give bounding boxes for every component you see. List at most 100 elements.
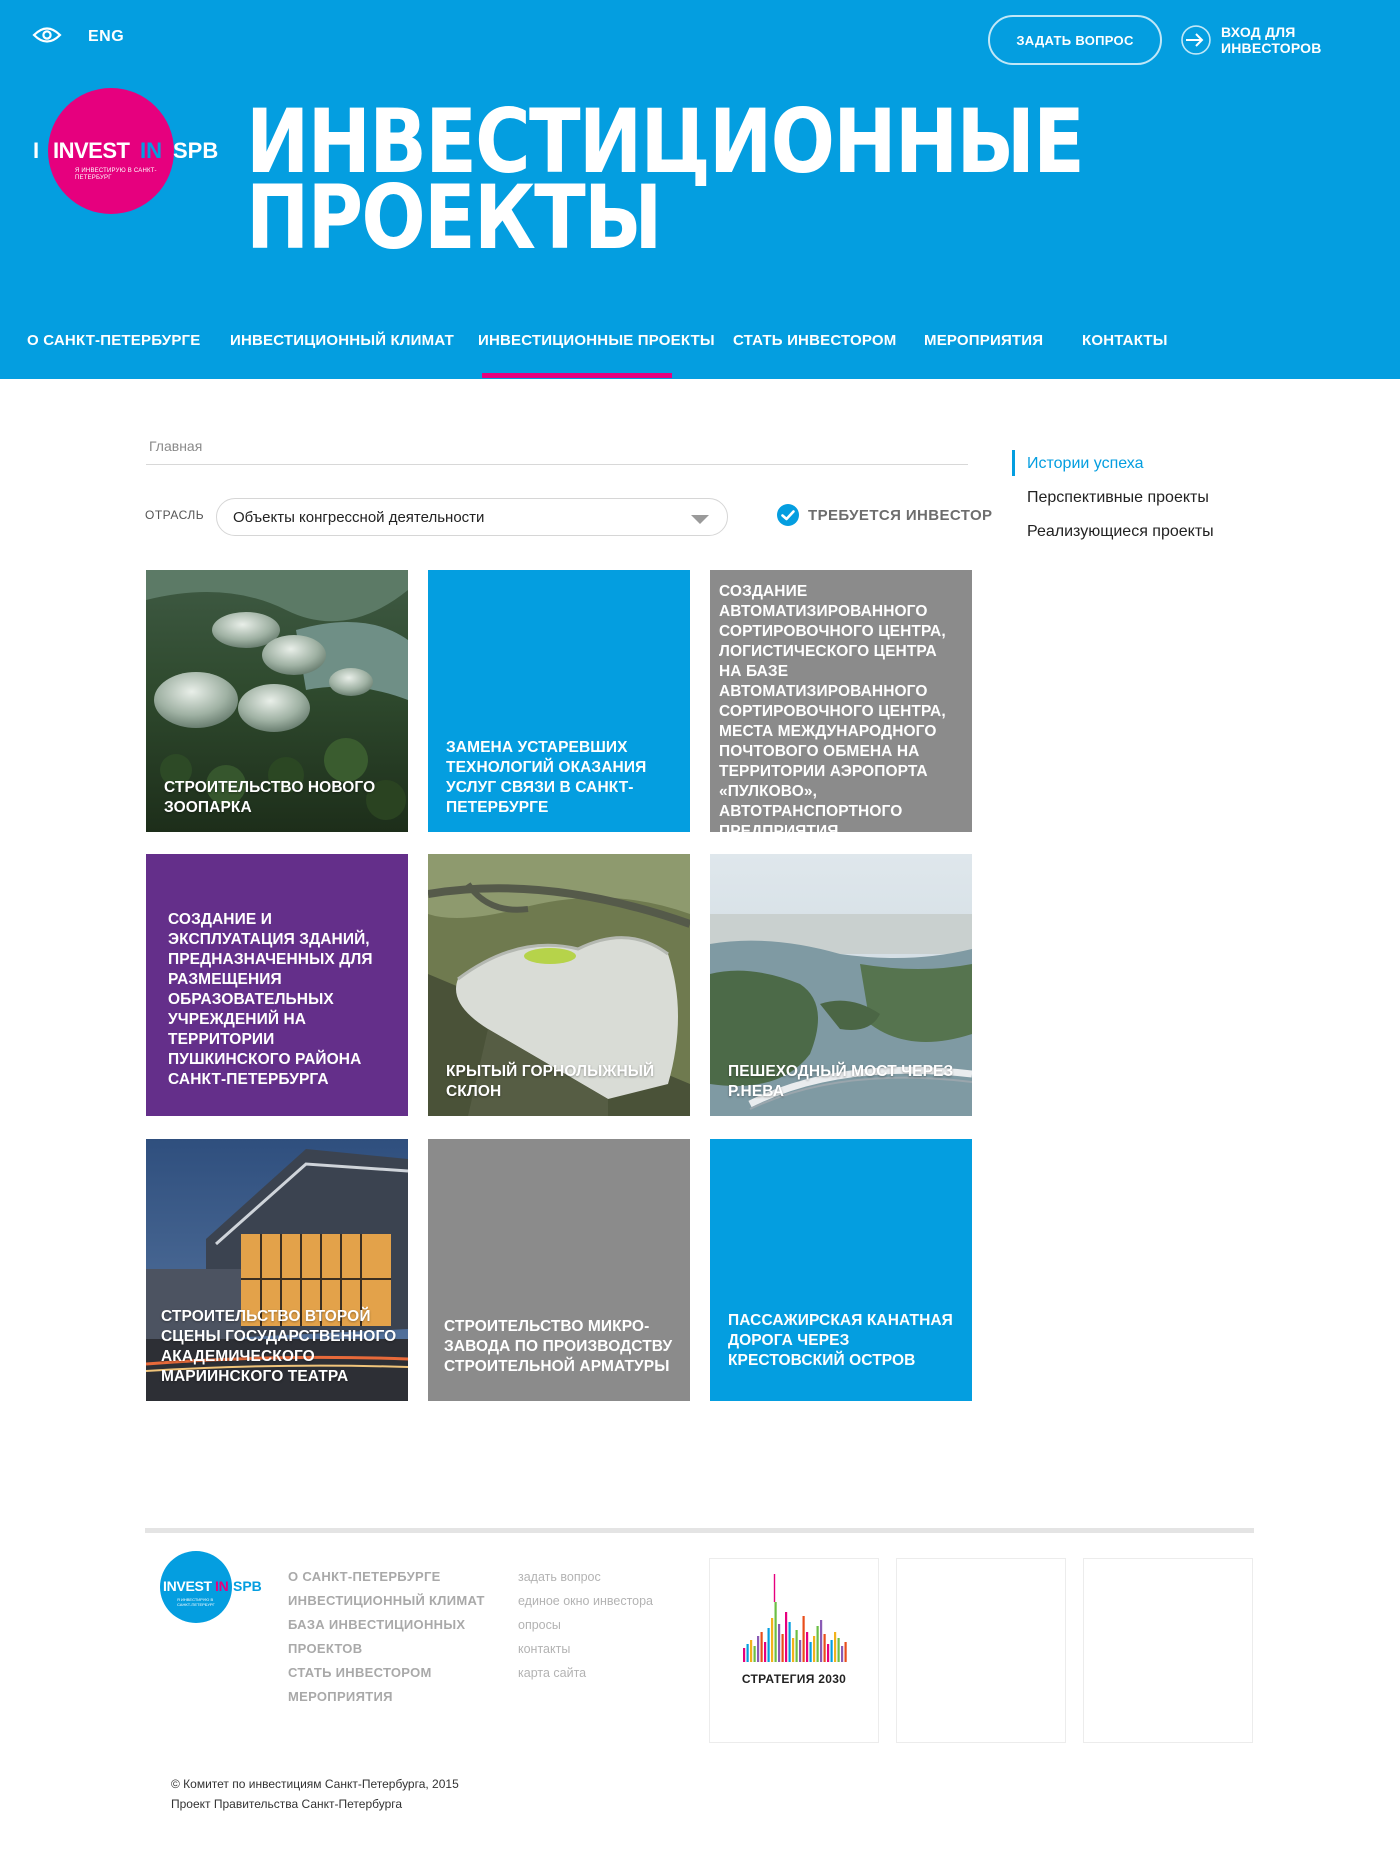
project-title: Строительство микро-завода по производст… [444,1318,673,1375]
skyline-bar [795,1630,798,1662]
industry-filter-label: ОТРАСЛЬ [145,508,205,522]
login-arrow-icon [1181,25,1211,55]
copyright: © Комитет по инвестициям Санкт-Петербург… [171,1774,459,1814]
footer-logo-spb: SPB [233,1578,262,1594]
investor-required-label: ТРЕБУЕТСЯ ИНВЕСТОР [808,506,993,524]
footer-nav-project-base[interactable]: БАЗА ИНВЕСТИЦИОННЫХ [288,1613,503,1637]
language-switch[interactable]: ENG [88,28,124,46]
skyline-bar [792,1638,795,1662]
copyright-line-2: Проект Правительства Санкт-Петербурга [171,1797,403,1811]
footer-nav-project-base-cont[interactable]: ПРОЕКТОВ [288,1637,503,1661]
project-tile-education-buildings[interactable]: Создание и эксплуатация зданий, предназн… [146,854,408,1116]
project-title: Создание автоматизированного сортировочн… [719,583,946,832]
investor-required-checkbox[interactable]: ТРЕБУЕТСЯ ИНВЕСТОР [777,504,992,526]
skyline-bar [809,1642,812,1662]
footer-divider [145,1528,1254,1533]
project-title: Создание и эксплуатация зданий, предназн… [168,911,373,1088]
skyline-bar [820,1620,823,1662]
invest-in-spb-logo[interactable]: I INVEST IN SPB Я ИНВЕСТИРУЮ В САНКТ-ПЕТ… [33,88,233,214]
project-title: Пешеходный мост через р.Нева [728,1063,954,1100]
project-tile-mariinsky-theatre[interactable]: Строительство второй сцены Государственн… [146,1139,408,1401]
footer-logo-in: IN [215,1578,229,1594]
footer-logo[interactable]: I INVEST IN SPB Я ИНВЕСТИРУЮ В САНКТ-ПЕТ… [150,1551,270,1623]
footer-logo-tagline: Я ИНВЕСТИРУЮ В САНКТ-ПЕТЕРБУРГ [177,1597,215,1607]
sidebar-item-promising-projects[interactable]: Перспективные проекты [1027,489,1209,507]
logo-i: I [33,138,40,163]
skyline-bar [841,1646,844,1662]
skyline-bar [837,1638,840,1662]
project-tile-pedestrian-bridge[interactable]: Пешеходный мост через р.Нева [710,854,972,1116]
skyline-bar [771,1618,774,1662]
checkmark-icon [777,504,799,526]
footer-logo-i: I [152,1578,156,1594]
skyline-bar [785,1612,788,1662]
footer-link-sitemap[interactable]: карта сайта [518,1661,653,1685]
main-nav: О САНКТ-ПЕТЕРБУРГЕ ИНВЕСТИЦИОННЫЙ КЛИМАТ… [0,320,1400,379]
nav-active-indicator [482,373,672,378]
skyline-bar [830,1640,833,1662]
project-tile-sorting-center[interactable]: Создание автоматизированного сортировочн… [710,570,972,832]
skyline-bar [778,1624,781,1662]
ask-question-button[interactable]: ЗАДАТЬ ВОПРОС [988,15,1162,65]
eye-icon[interactable] [32,26,62,44]
footer-nav-events[interactable]: МЕРОПРИЯТИЯ [288,1685,503,1709]
project-tile-ski-slope[interactable]: Крытый горнолыжный склон [428,854,690,1116]
footer-banner-empty-1[interactable] [896,1558,1066,1743]
sidebar-item-success-stories[interactable]: Истории успеха [1027,455,1144,473]
skyline-bar [746,1644,749,1662]
project-title: Крытый горнолыжный склон [446,1063,655,1100]
project-tile-zoo[interactable]: Строительство нового зоопарка [146,570,408,832]
footer-link-surveys[interactable]: опросы [518,1613,653,1637]
nav-item-about-spb[interactable]: О САНКТ-ПЕТЕРБУРГЕ [27,332,200,349]
skyline-bar [827,1644,830,1662]
project-tile-micro-plant[interactable]: Строительство микро-завода по производст… [428,1139,690,1401]
breadcrumb-home[interactable]: Главная [149,438,202,454]
nav-item-investment-climate[interactable]: ИНВЕСТИЦИОННЫЙ КЛИМАТ [230,332,454,349]
footer-logo-invest: INVEST [163,1578,212,1594]
strategy-2030-banner[interactable]: СТРАТЕГИЯ 2030 [709,1558,879,1743]
logo-tagline: Я ИНВЕСТИРУЮ В САНКТ-ПЕТЕРБУРГ [75,168,157,181]
footer-nav-become-investor[interactable]: СТАТЬ ИНВЕСТОРОМ [288,1661,503,1685]
skyline-bar [799,1640,802,1662]
skyline-bar [816,1626,819,1662]
footer-link-ask-question[interactable]: задать вопрос [518,1565,653,1589]
logo-invest: INVEST [53,138,130,163]
industry-select[interactable]: Объекты конгрессной деятельности [216,498,728,536]
footer-links: задать вопрос единое окно инвестора опро… [518,1565,653,1685]
skyline-bar [844,1642,847,1662]
nav-item-events[interactable]: МЕРОПРИЯТИЯ [924,332,1043,349]
project-title: Строительство второй сцены Государственн… [161,1308,397,1385]
skyline-bar [750,1640,753,1662]
footer-link-single-window[interactable]: единое окно инвестора [518,1589,653,1613]
nav-item-become-investor[interactable]: СТАТЬ ИНВЕСТОРОМ [733,332,896,349]
skyline-bar [764,1642,767,1662]
investor-login-link[interactable]: ВХОД ДЛЯ ИНВЕСТОРОВ [1180,24,1400,56]
skyline-bar [781,1634,784,1662]
footer-banner-empty-2[interactable] [1083,1558,1253,1743]
project-tile-cable-car[interactable]: Пассажирская канатная дорога через Крест… [710,1139,972,1401]
skyline-bar [774,1602,777,1662]
nav-item-contacts[interactable]: КОНТАКТЫ [1082,332,1168,349]
skyline-bar [813,1636,816,1662]
skyline-bar [788,1622,791,1662]
nav-item-investment-projects[interactable]: ИНВЕСТИЦИОННЫЕ ПРОЕКТЫ [478,332,715,349]
project-tile-communications[interactable]: Замена устаревших технологий оказания ус… [428,570,690,832]
footer-nav: О САНКТ-ПЕТЕРБУРГЕ ИНВЕСТИЦИОННЫЙ КЛИМАТ… [288,1565,503,1709]
skyline-bar [823,1634,826,1662]
logo-spb: SPB [173,138,219,163]
footer-link-contacts[interactable]: контакты [518,1637,653,1661]
industry-select-value: Объекты конгрессной деятельности [233,509,485,526]
chevron-down-icon [691,515,709,524]
page-title: ИНВЕСТИЦИОННЫЕ ПРОЕКТЫ [246,98,1085,262]
skyline-bar [760,1632,763,1662]
skyline-bar [743,1648,746,1662]
footer-nav-about-spb[interactable]: О САНКТ-ПЕТЕРБУРГЕ [288,1565,503,1589]
skyline-bar [806,1632,809,1662]
sidebar-active-indicator [1012,450,1015,476]
sidebar-item-ongoing-projects[interactable]: Реализующиеся проекты [1027,523,1214,541]
footer-nav-investment-climate[interactable]: ИНВЕСТИЦИОННЫЙ КЛИМАТ [288,1589,503,1613]
skyline-bar [767,1628,770,1662]
skyline-bar [802,1616,805,1662]
breadcrumb-divider [146,464,968,465]
logo-in: IN [140,138,162,163]
